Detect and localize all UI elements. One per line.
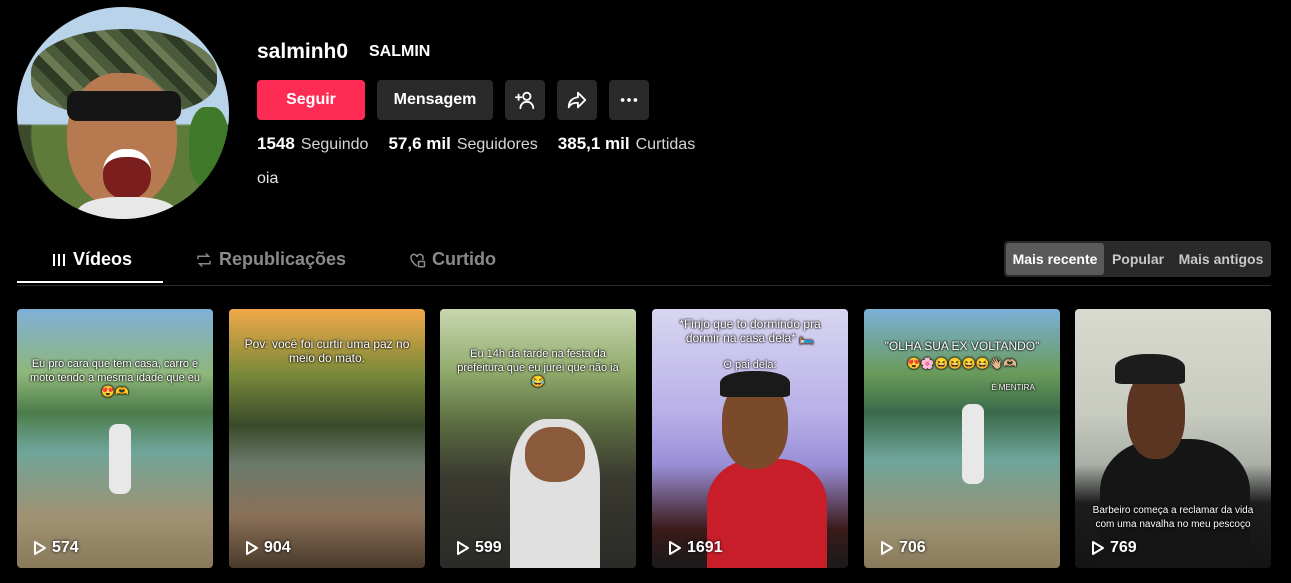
grid-icon	[53, 253, 65, 266]
video-view-count: 574	[52, 539, 79, 556]
avatar-sunglasses	[67, 91, 181, 121]
tab-reposts[interactable]: Republicações	[195, 249, 346, 270]
video-views: 599	[456, 539, 502, 557]
profile-username: salminh0	[257, 40, 349, 63]
video-view-count: 706	[899, 539, 926, 556]
sort-toggle: Mais recente Popular Mais antigos	[1004, 241, 1271, 277]
add-friend-button[interactable]	[505, 80, 545, 120]
video-views: 769	[1091, 539, 1137, 557]
video-thumbnail-cap	[720, 371, 790, 397]
avatar-shirt	[77, 197, 177, 219]
video-caption: Barbeiro começa a reclamar da vida com u…	[1092, 505, 1254, 530]
video-thumbnail-face	[525, 427, 585, 482]
video-view-count: 599	[475, 539, 502, 556]
avatar-mouth	[103, 149, 151, 199]
video-caption-secondary: O pai dela:	[723, 359, 777, 371]
likes-count: 385,1 mil	[557, 134, 630, 153]
video-views: 574	[33, 539, 79, 557]
video-card[interactable]: "OLHA SUA EX VOLTANDO" 😍🌸😆😆😆😆👋🏼🫶🏼 É MENT…	[864, 309, 1060, 568]
followers-count: 57,6 mil	[388, 134, 451, 153]
avatar-leaves	[189, 107, 229, 187]
video-view-count: 1691	[687, 539, 723, 556]
profile-bio: oia	[257, 170, 279, 187]
stat-likes: 385,1 mil Curtidas	[558, 134, 695, 154]
sort-most-recent[interactable]: Mais recente	[1006, 243, 1104, 275]
active-tab-indicator	[17, 281, 163, 283]
more-options-button[interactable]	[609, 80, 649, 120]
share-icon	[567, 91, 587, 109]
video-caption: Eu pro cara que tem casa, carro e moto t…	[29, 358, 200, 398]
profile-stats: 1548 Seguindo 57,6 mil Seguidores 385,1 …	[257, 134, 715, 154]
video-thumbnail-figure	[109, 424, 131, 494]
play-icon	[34, 541, 46, 555]
video-thumbnail-shirt	[707, 459, 827, 568]
tab-reposts-label: Republicações	[219, 249, 347, 269]
profile-avatar[interactable]	[17, 7, 229, 219]
video-caption-tertiary: É MENTIRA	[991, 383, 1035, 392]
stat-following[interactable]: 1548 Seguindo	[257, 134, 368, 154]
video-caption: "OLHA SUA EX VOLTANDO"	[884, 339, 1040, 353]
play-icon	[246, 541, 258, 555]
play-icon	[1092, 541, 1104, 555]
sort-oldest[interactable]: Mais antigos	[1174, 243, 1268, 275]
share-button[interactable]	[557, 80, 597, 120]
video-card[interactable]: *Finjo que to dormindo pra dormir na cas…	[652, 309, 848, 568]
followers-label: Seguidores	[456, 136, 538, 153]
video-views: 1691	[668, 539, 723, 557]
add-user-icon	[514, 91, 535, 110]
video-thumbnail-cap	[1115, 354, 1185, 384]
video-caption: Eu 14h da tarde na festa da prefeitura q…	[457, 348, 619, 388]
video-views: 904	[245, 539, 291, 557]
tab-liked[interactable]: Curtido	[408, 249, 496, 270]
video-view-count: 904	[264, 539, 291, 556]
video-card[interactable]: Eu pro cara que tem casa, carro e moto t…	[17, 309, 213, 568]
video-caption: *Finjo que to dormindo pra dormir na cas…	[679, 317, 821, 345]
video-card[interactable]: Eu 14h da tarde na festa da prefeitura q…	[440, 309, 636, 568]
likes-label: Curtidas	[635, 136, 696, 153]
following-count: 1548	[257, 134, 295, 153]
video-caption: Pov: você foi curtir uma paz no meio do …	[244, 337, 410, 365]
heart-lock-icon	[410, 253, 426, 267]
play-icon	[881, 541, 893, 555]
message-button[interactable]: Mensagem	[377, 80, 493, 120]
video-view-count: 769	[1110, 539, 1137, 556]
play-icon	[457, 541, 469, 555]
video-views: 706	[880, 539, 926, 557]
video-caption-emojis: 😍🌸😆😆😆😆👋🏼🫶🏼	[907, 358, 1017, 370]
following-label: Seguindo	[300, 136, 369, 153]
stat-followers[interactable]: 57,6 mil Seguidores	[388, 134, 537, 154]
tab-videos[interactable]: Vídeos	[51, 249, 132, 270]
sort-popular[interactable]: Popular	[1106, 243, 1170, 275]
video-card[interactable]: Pov: você foi curtir uma paz no meio do …	[229, 309, 425, 568]
play-icon	[669, 541, 681, 555]
tab-liked-label: Curtido	[432, 249, 496, 269]
video-thumbnail-figure	[962, 404, 984, 484]
more-icon	[620, 98, 638, 102]
repost-icon	[197, 252, 211, 267]
tab-videos-label: Vídeos	[73, 249, 133, 269]
follow-button[interactable]: Seguir	[257, 80, 365, 120]
profile-nickname: SALMIN	[369, 43, 431, 60]
video-card[interactable]: Barbeiro começa a reclamar da vida com u…	[1075, 309, 1271, 568]
